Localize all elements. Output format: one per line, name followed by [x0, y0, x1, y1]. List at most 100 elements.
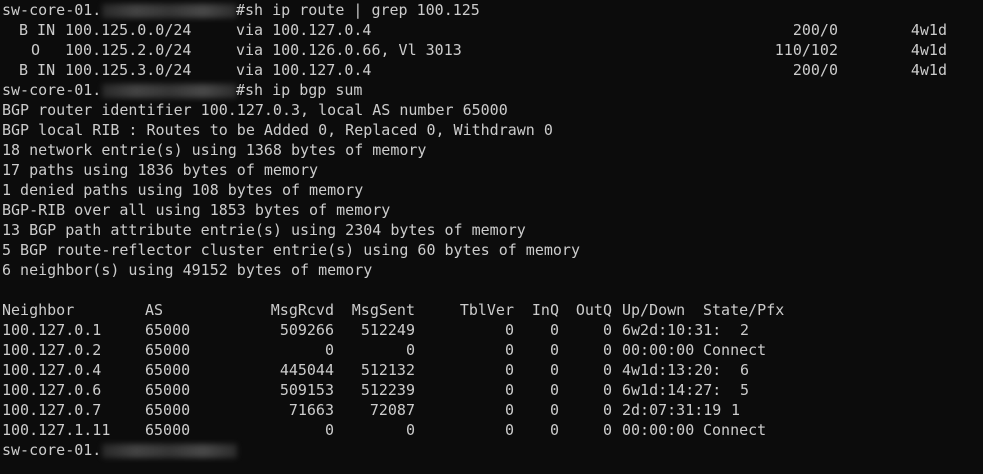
cell-as: 65000 — [145, 401, 191, 419]
route-row: O 100.125.2.0/24 via 100.126.0.66, Vl 30… — [0, 40, 983, 60]
bgp-summary-line: 1 denied paths using 108 bytes of memory — [0, 180, 983, 200]
table-row: 100.127.0.2 65000 0 0 0 0 0 00:00:00 Con… — [0, 340, 983, 360]
bgp-summary-line: BGP-RIB over all using 1853 bytes of mem… — [0, 200, 983, 220]
cell-inq: 0 — [549, 321, 559, 339]
route-prefix: 100.125.3.0/24 — [65, 61, 192, 79]
cell-msgrcvd: 509266 — [279, 321, 334, 339]
prompt-line-bgp: sw-core-01. #sh ip bgp sum — [0, 80, 983, 100]
bgp-summary-line: 17 paths using 1836 bytes of memory — [0, 160, 983, 180]
redacted-hostname — [101, 440, 238, 460]
col-state: State/Pfx — [703, 301, 785, 319]
table-row: 100.127.0.6 65000 509153 512239 0 0 0 6w… — [0, 380, 983, 400]
route-nexthop: via 100.126.0.66, Vl 3013 — [236, 41, 462, 59]
col-as: AS — [145, 301, 164, 319]
prompt-host: sw-core-01. — [2, 441, 102, 459]
cell-as: 65000 — [145, 361, 191, 379]
route-row: B IN 100.125.3.0/24 via 100.127.0.4 200/… — [0, 60, 983, 80]
cell-outq: 0 — [602, 421, 612, 439]
cell-msgsent: 512239 — [360, 381, 415, 399]
cell-state: 2 — [740, 321, 750, 339]
route-prefix: 100.125.2.0/24 — [65, 41, 192, 59]
cell-outq: 0 — [602, 361, 612, 379]
cell-neighbor: 100.127.0.1 — [2, 321, 102, 339]
route-metric: 200/0 — [792, 21, 838, 39]
cell-as: 65000 — [145, 321, 191, 339]
cell-inq: 0 — [549, 381, 559, 399]
cell-tblver: 0 — [504, 361, 514, 379]
col-msgsent: MsgSent — [351, 301, 415, 319]
cell-inq: 0 — [549, 361, 559, 379]
cell-updown: 00:00:00 — [622, 341, 695, 359]
col-inq: InQ — [531, 301, 559, 319]
route-age: 4w1d — [910, 21, 947, 39]
cell-inq: 0 — [549, 421, 559, 439]
cell-state: Connect — [703, 341, 767, 359]
prompt-line-final[interactable]: sw-core-01. — [0, 440, 983, 460]
cell-outq: 0 — [602, 321, 612, 339]
cell-inq: 0 — [549, 341, 559, 359]
terminal-window[interactable]: sw-core-01. #sh ip route | grep 100.125 … — [0, 0, 983, 474]
cell-state: 6 — [740, 361, 750, 379]
cell-msgrcvd: 0 — [324, 421, 334, 439]
col-outq: OutQ — [575, 301, 612, 319]
cell-tblver: 0 — [504, 341, 514, 359]
cell-outq: 0 — [602, 341, 612, 359]
summary-text: 5 BGP route-reflector cluster entrie(s) … — [2, 241, 580, 259]
cell-outq: 0 — [602, 401, 612, 419]
redacted-hostname — [101, 0, 238, 20]
cell-neighbor: 100.127.0.4 — [2, 361, 102, 379]
cell-msgsent: 512249 — [360, 321, 415, 339]
prompt-line-route: sw-core-01. #sh ip route | grep 100.125 — [0, 0, 983, 20]
route-row: B IN 100.125.0.0/24 via 100.127.0.4 200/… — [0, 20, 983, 40]
cell-inq: 0 — [549, 401, 559, 419]
summary-text: 13 BGP path attribute entrie(s) using 23… — [2, 221, 526, 239]
bgp-summary-line: BGP local RIB : Routes to be Added 0, Re… — [0, 120, 983, 140]
cell-updown: 00:00:00 — [622, 421, 695, 439]
cell-msgsent: 0 — [405, 421, 415, 439]
neighbor-table-header: Neighbor AS MsgRcvd MsgSent TblVer InQ O… — [0, 300, 983, 320]
table-row: 100.127.0.1 65000 509266 512249 0 0 0 6w… — [0, 320, 983, 340]
bgp-summary-line: BGP router identifier 100.127.0.3, local… — [0, 100, 983, 120]
bgp-summary-line: 6 neighbor(s) using 49152 bytes of memor… — [0, 260, 983, 280]
summary-text: BGP-RIB over all using 1853 bytes of mem… — [2, 201, 391, 219]
summary-text: 17 paths using 1836 bytes of memory — [2, 161, 319, 179]
cell-updown: 6w2d:10:31: — [622, 321, 722, 339]
summary-text: 18 network entrie(s) using 1368 bytes of… — [2, 141, 427, 159]
cell-state: 1 — [731, 401, 741, 419]
cell-msgrcvd: 71663 — [288, 401, 334, 419]
route-code: B IN — [19, 21, 56, 39]
redacted-hostname — [101, 80, 238, 100]
summary-text: 6 neighbor(s) using 49152 bytes of memor… — [2, 261, 373, 279]
prompt-host: sw-core-01. — [2, 1, 102, 19]
cell-updown: 6w1d:14:27: — [622, 381, 722, 399]
cell-state: 5 — [740, 381, 750, 399]
cell-outq: 0 — [602, 381, 612, 399]
col-neighbor: Neighbor — [2, 301, 75, 319]
cell-msgsent: 0 — [405, 341, 415, 359]
cell-msgrcvd: 0 — [324, 341, 334, 359]
cell-neighbor: 100.127.0.6 — [2, 381, 102, 399]
summary-text: BGP router identifier 100.127.0.3, local… — [2, 101, 508, 119]
cell-tblver: 0 — [504, 381, 514, 399]
route-nexthop: via 100.127.0.4 — [236, 61, 372, 79]
cell-msgsent: 72087 — [369, 401, 415, 419]
bgp-summary-line: 13 BGP path attribute entrie(s) using 23… — [0, 220, 983, 240]
cell-neighbor: 100.127.1.11 — [2, 421, 111, 439]
cell-updown: 2d:07:31:19 — [622, 401, 722, 419]
route-code: B IN — [19, 61, 56, 79]
cell-as: 65000 — [145, 381, 191, 399]
cell-tblver: 0 — [504, 321, 514, 339]
cell-neighbor: 100.127.0.2 — [2, 341, 102, 359]
cell-tblver: 0 — [504, 401, 514, 419]
bgp-summary-line: 18 network entrie(s) using 1368 bytes of… — [0, 140, 983, 160]
table-row: 100.127.1.11 65000 0 0 0 0 0 00:00:00 Co… — [0, 420, 983, 440]
route-metric: 110/102 — [774, 41, 838, 59]
route-prefix: 100.125.0.0/24 — [65, 21, 192, 39]
route-age: 4w1d — [910, 61, 947, 79]
command-text: #sh ip route | grep 100.125 — [236, 1, 480, 19]
command-text: #sh ip bgp sum — [236, 81, 363, 99]
cell-msgsent: 512132 — [360, 361, 415, 379]
route-age: 4w1d — [910, 41, 947, 59]
cell-state: Connect — [703, 421, 767, 439]
